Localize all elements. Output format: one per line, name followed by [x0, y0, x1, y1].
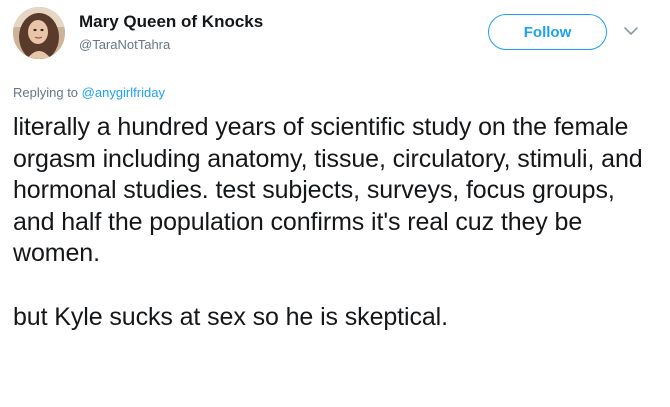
author-handle[interactable]: @TaraNotTahra [79, 37, 170, 52]
chevron-down-icon [624, 26, 638, 35]
replying-to-label: Replying to [13, 85, 82, 100]
avatar[interactable] [13, 7, 65, 59]
tweet-menu-button[interactable] [621, 21, 641, 41]
follow-button[interactable]: Follow [488, 14, 607, 50]
reply-mention-link[interactable]: @anygirlfriday [82, 85, 165, 100]
tweet-card: Mary Queen of Knocks @TaraNotTahra Follo… [0, 0, 670, 407]
profile-photo-icon [13, 7, 65, 59]
tweet-paragraph: but Kyle sucks at sex so he is skeptical… [13, 302, 448, 331]
tweet-text: literally a hundred years of scientific … [13, 112, 658, 333]
author-display-name[interactable]: Mary Queen of Knocks [79, 12, 263, 32]
tweet-paragraph: literally a hundred years of scientific … [13, 113, 643, 268]
replying-to-line: Replying to @anygirlfriday [13, 85, 165, 100]
